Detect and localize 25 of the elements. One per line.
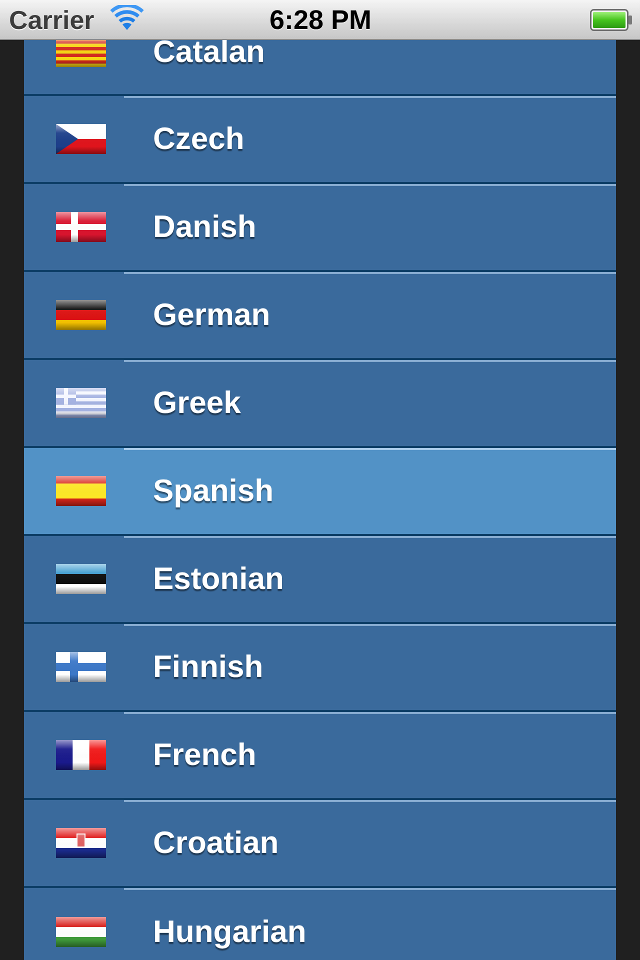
flag-icon xyxy=(56,564,106,594)
flag-icon xyxy=(56,388,106,418)
flag-icon xyxy=(56,124,106,154)
language-item[interactable]: German xyxy=(24,272,616,360)
flag-icon xyxy=(56,300,106,330)
flag-icon xyxy=(56,828,106,858)
language-item[interactable]: Danish xyxy=(24,184,616,272)
flag-icon xyxy=(56,917,106,947)
language-item[interactable]: Finnish xyxy=(24,624,616,712)
wifi-icon xyxy=(110,4,144,30)
language-item[interactable]: French xyxy=(24,712,616,800)
clock-time: 6:28 PM xyxy=(269,4,372,34)
flag-icon xyxy=(56,40,106,67)
carrier-label: Carrier xyxy=(9,4,94,34)
language-item[interactable]: Estonian xyxy=(24,536,616,624)
flag-icon xyxy=(56,652,106,682)
language-item[interactable]: Hungarian xyxy=(24,888,616,960)
flag-icon xyxy=(56,740,106,770)
language-item[interactable]: Greek xyxy=(24,360,616,448)
flag-icon xyxy=(56,212,106,242)
battery-icon xyxy=(590,8,632,30)
flag-icon xyxy=(56,476,106,506)
language-item[interactable]: Spanish xyxy=(24,448,616,536)
language-item[interactable]: Croatian xyxy=(24,800,616,888)
language-item[interactable]: Czech xyxy=(24,96,616,184)
